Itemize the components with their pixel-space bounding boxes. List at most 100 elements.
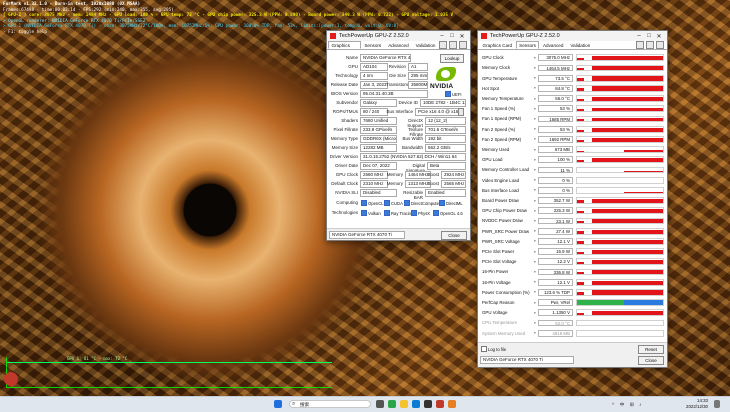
field-shaders: 7680 Unified xyxy=(360,117,397,125)
sensor-value: 53 % xyxy=(538,105,573,112)
sensor-graph xyxy=(576,85,664,92)
clock-date: 2022/12/30 xyxy=(686,404,708,410)
sensor-value: 4818 MB xyxy=(538,330,573,337)
sensor-graph xyxy=(576,136,664,143)
label-memory: Memory xyxy=(384,172,403,177)
close-button[interactable]: Close xyxy=(638,356,664,365)
close-button[interactable]: Close xyxy=(441,231,467,240)
close-icon[interactable]: ✕ xyxy=(457,33,467,40)
minimize-icon[interactable]: – xyxy=(634,33,644,39)
tab-validation[interactable]: Validation xyxy=(412,41,439,49)
sensor-graph xyxy=(576,289,664,296)
clock[interactable]: 14:33 2022/12/30 xyxy=(686,398,708,409)
furmark-taskbar-icon[interactable] xyxy=(448,400,456,408)
computing-directml: DirectML xyxy=(439,200,463,206)
sensor-value: 53 % xyxy=(538,126,573,133)
gpuz-taskbar-icon[interactable] xyxy=(436,400,444,408)
sensor-row: Fan 1 Speed (%)▾53 % xyxy=(480,104,664,114)
checkbox-checked xyxy=(361,210,367,216)
reset-button[interactable]: Reset xyxy=(638,345,664,354)
computing-label: DirectML xyxy=(446,201,463,206)
label-revision: Revision xyxy=(386,64,406,69)
tab-validation[interactable]: Validation xyxy=(567,41,594,49)
start-icon[interactable] xyxy=(274,400,282,408)
menu-icon[interactable] xyxy=(656,41,664,49)
sensor-value: 352.7 W xyxy=(538,197,573,204)
file-explorer-icon[interactable] xyxy=(400,400,408,408)
sensor-row: 16-Pin Voltage▾12.1 V xyxy=(480,277,664,287)
sensor-value: 15.9 W xyxy=(538,248,573,255)
camera-icon[interactable] xyxy=(636,41,644,49)
window-titlebar[interactable]: TechPowerUp GPU-Z 2.52.0 – □ ✕ xyxy=(478,31,667,41)
sensor-name: 16-Pin Voltage xyxy=(480,280,534,285)
help-icon[interactable] xyxy=(458,108,464,116)
sensor-graph-fill xyxy=(577,252,584,254)
task-view-icon[interactable] xyxy=(376,400,384,408)
close-icon[interactable]: ✕ xyxy=(654,33,664,40)
overlay-line: [ GPU-Z ] core: 3075 MHz - mem: 1484 MHz… xyxy=(3,13,453,19)
checkbox-checked xyxy=(384,200,390,206)
sensor-graph xyxy=(576,187,664,194)
menu-icon[interactable] xyxy=(459,41,467,49)
label-computing: Computing xyxy=(329,200,358,205)
minimize-icon[interactable]: – xyxy=(437,33,447,39)
label-memory-size: Memory Size xyxy=(329,145,358,150)
sensor-value: 3075.0 MHz xyxy=(538,54,573,61)
label-bandwidth: Bandwidth xyxy=(394,145,423,150)
tab-advanced[interactable]: Advanced xyxy=(539,41,566,49)
label-technologies: Technologies xyxy=(329,210,358,215)
sensor-graph xyxy=(576,269,664,276)
maximize-icon[interactable]: □ xyxy=(447,33,457,39)
sensor-graph xyxy=(576,177,664,184)
sensor-graph-fill xyxy=(577,282,584,284)
sensor-name: PerfCap Reason xyxy=(480,300,534,305)
edge-icon[interactable] xyxy=(412,400,420,408)
sensor-row: Memory Clock▾1464.5 MHz xyxy=(480,63,664,73)
terminal-icon[interactable] xyxy=(424,400,432,408)
sensor-value: 336.8 W xyxy=(538,269,573,276)
tab-sensors[interactable]: Sensors xyxy=(361,41,385,49)
label-die-size: Die Size xyxy=(386,73,406,78)
sensor-row: PerfCap Reason▾Pwr, VRel xyxy=(480,298,664,308)
uefi-label: UEFI xyxy=(452,92,462,97)
sensor-graph xyxy=(576,258,664,265)
refresh-icon[interactable] xyxy=(449,41,457,49)
sensor-row: PCIe Slot Voltage▾12.2 V xyxy=(480,257,664,267)
field-pixel-fillrate: 233.9 GPixel/s xyxy=(360,126,397,134)
gpuz-app-icon xyxy=(330,33,336,39)
refresh-icon[interactable] xyxy=(646,41,654,49)
lookup-button[interactable]: Lookup xyxy=(440,54,464,63)
tab-sensors[interactable]: Sensors xyxy=(516,41,540,49)
field-device-id: 10DE 2782 - 1B4C 139E xyxy=(420,99,466,107)
maximize-icon[interactable]: □ xyxy=(644,33,654,39)
sensor-name: GPU Temperature xyxy=(480,76,534,81)
field-die-size: 295 mm² xyxy=(408,72,428,80)
camera-icon[interactable] xyxy=(439,41,447,49)
notification-icon[interactable] xyxy=(714,400,720,408)
sensor-name: Fan 1 Speed (%) xyxy=(480,106,534,111)
log-to-file-checkbox[interactable]: Log to file xyxy=(481,346,506,352)
window-title: TechPowerUp GPU-Z 2.52.0 xyxy=(490,33,634,39)
tab-graphics-card[interactable]: Graphics Card xyxy=(328,41,361,49)
sensor-row: Power Consumption (%)▾123.6 % TDP xyxy=(480,288,664,298)
nvidia-eye-icon xyxy=(436,67,456,81)
sensor-name: PCIe Slot Power xyxy=(480,249,534,254)
checkbox-checked xyxy=(411,210,417,216)
computing-cuda: CUDA xyxy=(384,200,403,206)
card-selector[interactable]: NVIDIA GeForce RTX 4070 Ti xyxy=(329,231,405,239)
search-input[interactable]: 搜索 xyxy=(289,400,371,408)
tab-graphics-card[interactable]: Graphics Card xyxy=(479,41,516,49)
temperature-graph-label: GPU 1: 81 °C - max: 72 °C xyxy=(67,356,127,361)
chrome-icon[interactable] xyxy=(388,400,396,408)
sensor-graph-fill xyxy=(577,200,584,203)
card-selector[interactable]: NVIDIA GeForce RTX 4070 Ti xyxy=(480,356,574,364)
tab-advanced[interactable]: Advanced xyxy=(385,41,412,49)
system-tray[interactable]: ^ 中 ⊞ ♪ xyxy=(612,401,643,408)
window-titlebar[interactable]: TechPowerUp GPU-Z 2.52.0 – □ ✕ xyxy=(327,31,470,41)
tab-bar: Graphics Card Sensors Advanced Validatio… xyxy=(478,41,667,50)
sensor-name: Power Consumption (%) xyxy=(480,290,534,295)
field-resizable-bar: Enabled xyxy=(425,189,466,197)
sensor-name: Memory Controller Load xyxy=(480,167,534,172)
sensor-value: 84.8 °C xyxy=(538,85,573,92)
sensor-row: Fan 1 Speed (RPM)▾1685 RPM xyxy=(480,114,664,124)
